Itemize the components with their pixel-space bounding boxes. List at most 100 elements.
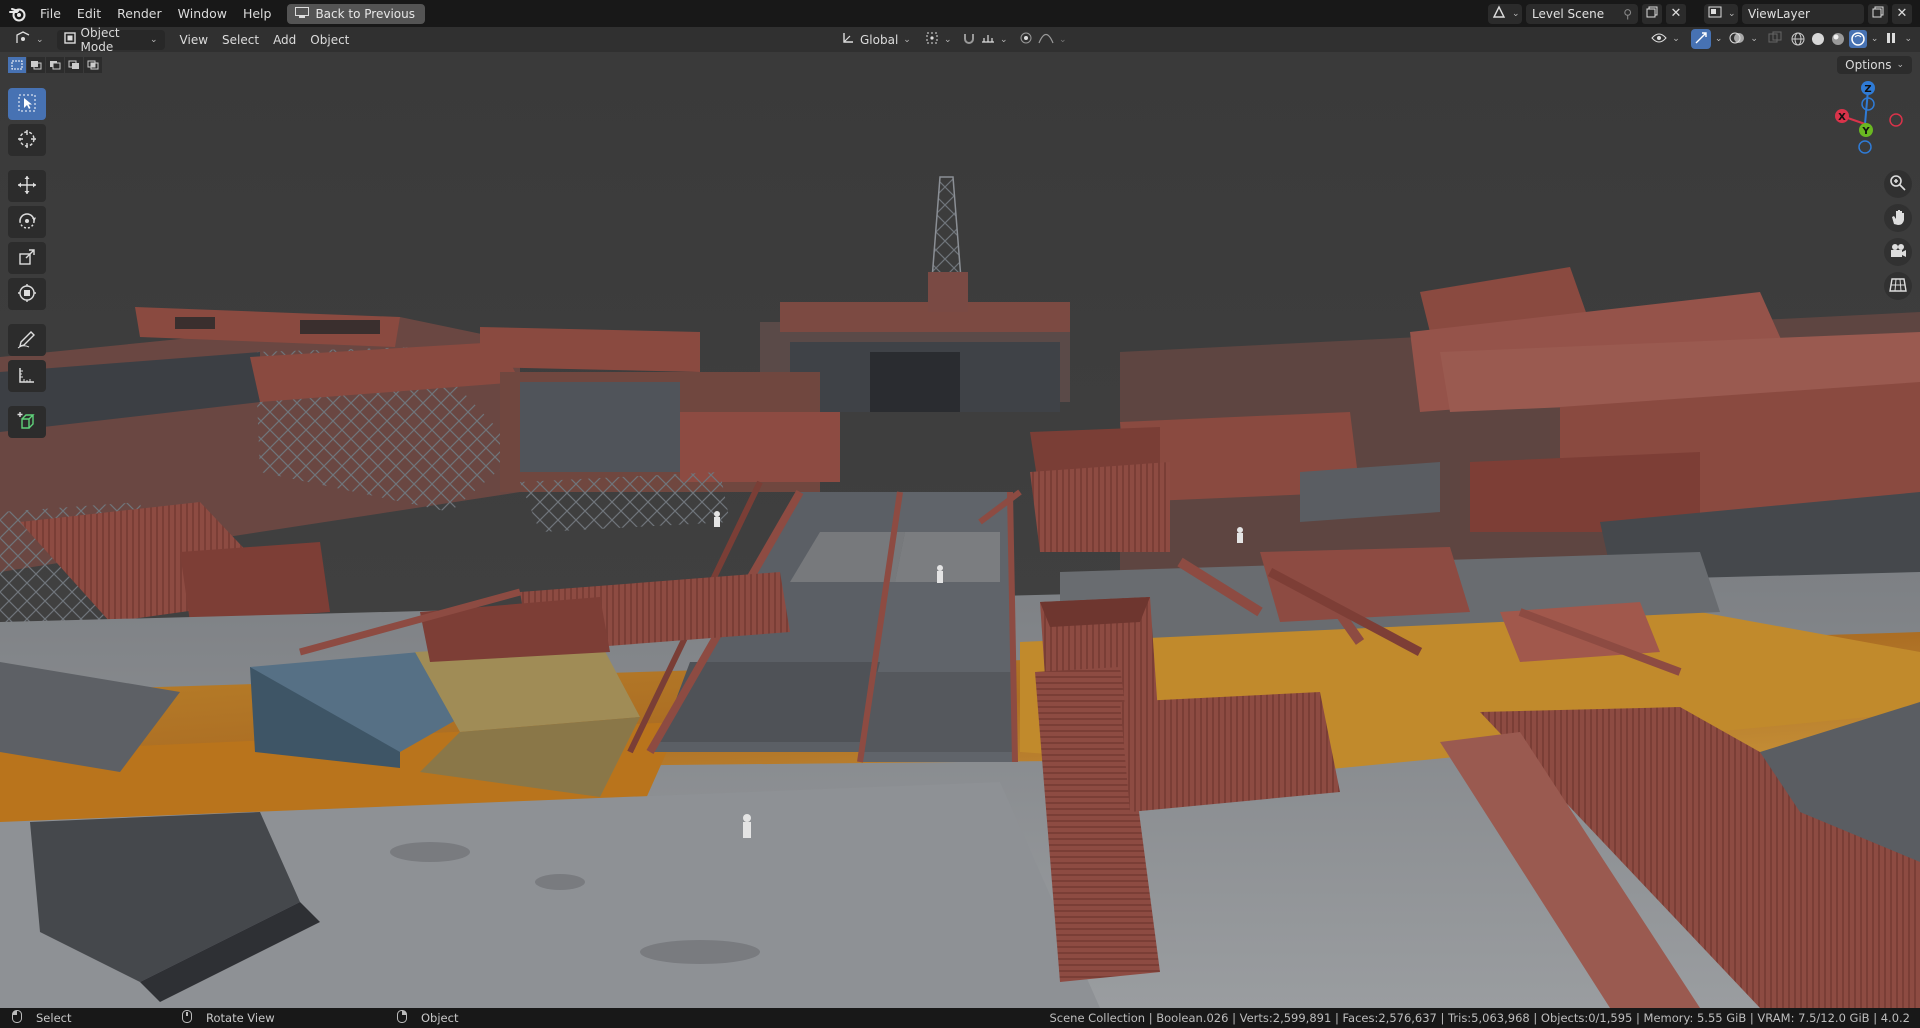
scale-tool[interactable] — [8, 242, 46, 274]
pencil-icon — [17, 329, 37, 352]
pan-button[interactable] — [1884, 204, 1912, 232]
chevron-down-icon[interactable]: ⌄ — [1904, 34, 1912, 44]
camera-icon — [1889, 243, 1907, 262]
overlays-icon — [1729, 31, 1745, 48]
pause-render-button[interactable] — [1882, 29, 1900, 49]
left-click-label: Select — [36, 1011, 72, 1025]
gizmo-icon — [1694, 31, 1708, 48]
cursor-arrow-icon — [18, 94, 36, 115]
select-intersect-mode-icon[interactable] — [84, 57, 102, 73]
select-extend-mode-icon[interactable] — [27, 57, 45, 73]
scene-type-dropdown[interactable]: ⌄ — [1488, 3, 1522, 24]
magnet-icon — [962, 31, 976, 48]
perspective-toggle-button[interactable] — [1884, 272, 1912, 300]
transform-orientation-dropdown[interactable]: Global ⌄ — [834, 30, 918, 50]
menu-object[interactable]: Object — [303, 30, 356, 50]
chevron-down-icon: ⌄ — [1512, 8, 1520, 19]
right-click-label: Object — [421, 1011, 459, 1025]
blender-logo-icon[interactable] — [4, 0, 32, 27]
status-left-click: Select — [12, 1010, 182, 1026]
x-axis-label: X — [1838, 112, 1846, 123]
snapping-toggle[interactable]: ⌄ — [955, 30, 1015, 50]
top-bar: File Edit Render Window Help Back to Pre… — [0, 0, 1920, 27]
status-middle-click: Rotate View — [182, 1010, 397, 1026]
rotate-tool[interactable] — [8, 206, 46, 238]
editor-type-dropdown[interactable]: ⌄ — [8, 30, 51, 50]
material-shading-icon[interactable] — [1829, 30, 1847, 48]
select-new-mode-icon[interactable] — [8, 57, 26, 73]
orientation-icon — [841, 31, 855, 48]
chevron-down-icon: ⌄ — [903, 34, 911, 45]
xray-toggle[interactable] — [1765, 29, 1785, 49]
chevron-down-icon: ⌄ — [150, 34, 158, 45]
view-layer-icon — [1708, 6, 1722, 21]
menu-add[interactable]: Add — [266, 30, 303, 50]
viewport-header: ⌄ Object Mode ⌄ View Select Add Object G… — [0, 26, 1920, 54]
move-icon — [17, 175, 37, 198]
chevron-down-icon: ⌄ — [1000, 34, 1008, 45]
chevron-down-icon[interactable]: ⌄ — [1871, 34, 1879, 44]
delete-scene-button[interactable]: ✕ — [1666, 3, 1686, 24]
view3d-icon — [15, 31, 31, 48]
menu-render[interactable]: Render — [109, 0, 170, 27]
menu-window[interactable]: Window — [170, 0, 235, 27]
add-cube-tool[interactable] — [8, 406, 46, 438]
scene-name-field[interactable]: Level Scene ⚲ — [1526, 3, 1638, 24]
wireframe-shading-icon[interactable] — [1789, 30, 1807, 48]
chevron-down-icon: ⌄ — [944, 34, 952, 45]
3d-viewport[interactable]: Options ⌄ Z X Y — [0, 52, 1920, 1008]
options-dropdown[interactable]: Options ⌄ — [1837, 56, 1912, 74]
status-right-click: Object — [397, 1010, 458, 1026]
back-to-previous-label: Back to Previous — [315, 6, 415, 21]
select-invert-mode-icon[interactable] — [65, 57, 83, 73]
scene-selector-group: ⌄ Level Scene ⚲ ✕ ⌄ ViewLayer ✕ — [1488, 0, 1920, 27]
new-view-layer-button[interactable] — [1868, 3, 1888, 24]
rendered-shading-icon[interactable] — [1848, 30, 1867, 48]
pin-icon[interactable]: ⚲ — [1623, 7, 1632, 21]
chevron-down-icon: ⌄ — [1059, 34, 1067, 45]
camera-view-button[interactable] — [1884, 238, 1912, 266]
pivot-point-dropdown[interactable]: ⌄ — [918, 30, 959, 50]
view-layer-name: ViewLayer — [1748, 6, 1810, 21]
back-to-previous-button[interactable]: Back to Previous — [287, 3, 425, 24]
scene-render — [0, 52, 1920, 1008]
menu-help[interactable]: Help — [235, 0, 280, 27]
menu-edit[interactable]: Edit — [69, 0, 109, 27]
overlays-toggle[interactable]: ⌄ — [1726, 29, 1761, 49]
object-mode-label: Object Mode — [80, 25, 120, 54]
annotate-tool[interactable] — [8, 324, 46, 356]
object-mode-dropdown[interactable]: Object Mode ⌄ — [56, 26, 165, 54]
view-layer-name-field[interactable]: ViewLayer — [1742, 3, 1864, 24]
menu-file[interactable]: File — [32, 0, 69, 27]
transform-tool[interactable] — [8, 278, 46, 310]
move-tool[interactable] — [8, 170, 46, 202]
navigation-gizmo[interactable]: Z X Y — [1830, 74, 1910, 158]
mouse-right-icon — [397, 1010, 407, 1026]
3d-cursor-icon — [17, 129, 37, 152]
proportional-editing-toggle[interactable]: ⌄ — [1012, 30, 1074, 50]
selection-mode-group — [8, 57, 102, 73]
add-cube-icon — [17, 411, 37, 434]
zoom-button[interactable] — [1884, 170, 1912, 198]
scale-icon — [17, 247, 37, 270]
view-layer-type-dropdown[interactable]: ⌄ — [1704, 3, 1738, 24]
chevron-down-icon[interactable]: ⌄ — [1715, 34, 1723, 44]
select-subtract-mode-icon[interactable] — [46, 57, 64, 73]
visibility-dropdown[interactable]: ⌄ — [1644, 29, 1687, 49]
mouse-middle-icon — [182, 1010, 192, 1026]
close-icon: ✕ — [1670, 6, 1682, 21]
delete-view-layer-button[interactable]: ✕ — [1892, 3, 1912, 24]
menu-view[interactable]: View — [173, 30, 215, 50]
select-box-tool[interactable] — [8, 88, 46, 120]
gizmo-toggle[interactable] — [1690, 29, 1711, 49]
scene-statistics: Scene Collection | Boolean.026 | Verts:2… — [1049, 1011, 1910, 1025]
measure-tool[interactable] — [8, 360, 46, 392]
transform-icon — [17, 283, 37, 306]
menu-select[interactable]: Select — [215, 30, 266, 50]
solid-shading-icon[interactable] — [1809, 30, 1827, 48]
viewport-shading-group: ⌄ ⌄ ⌄ ⌄ ⌄ — [1644, 29, 1912, 49]
cursor-tool[interactable] — [8, 124, 46, 156]
duplicate-icon — [1646, 6, 1658, 21]
orientation-label: Global — [860, 32, 899, 47]
new-scene-button[interactable] — [1642, 3, 1662, 24]
